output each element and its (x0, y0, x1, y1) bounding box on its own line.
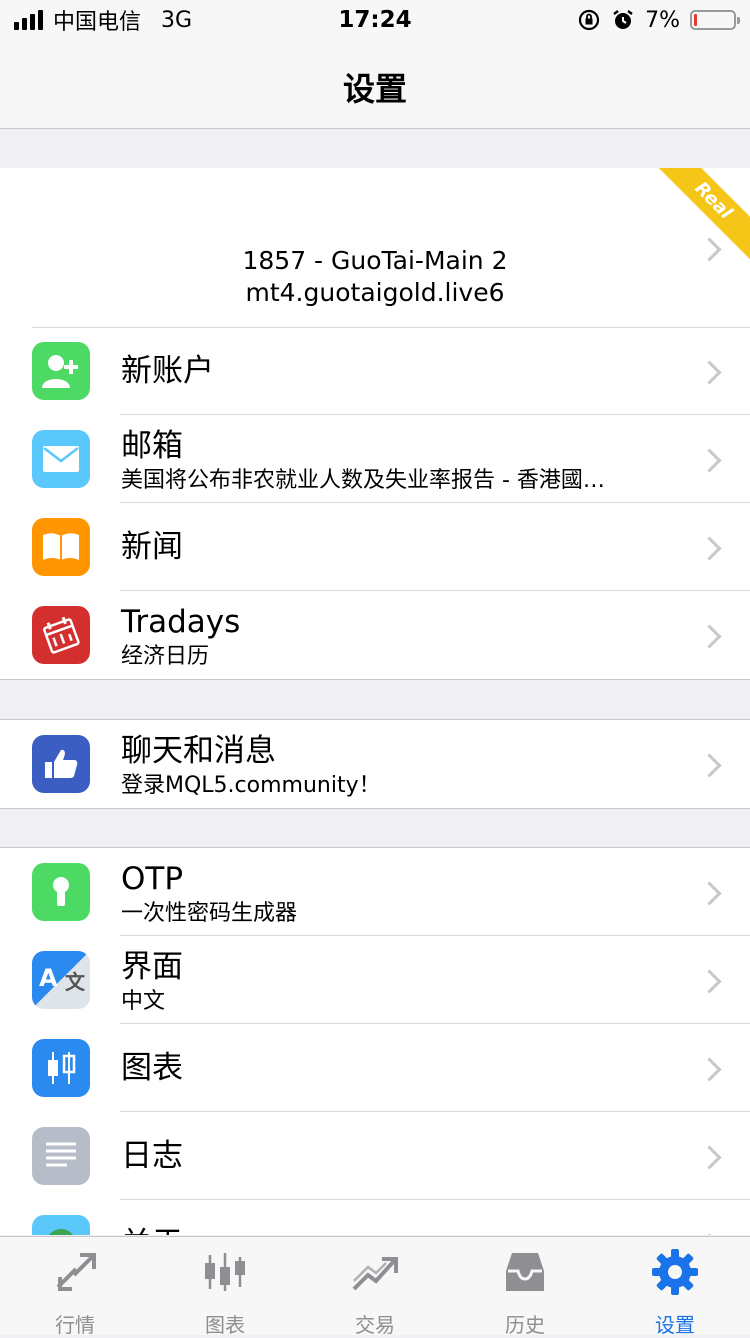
row-tradays[interactable]: Tradays 经济日历 (0, 591, 750, 679)
gear-icon (652, 1249, 698, 1295)
row-title: 日志 (121, 1138, 183, 1174)
thumbs-up-icon (32, 735, 90, 793)
status-bar: 中国电信 3G 17:24 7% (0, 0, 750, 40)
row-chat[interactable]: 聊天和消息 登录MQL5.community！ (0, 720, 750, 808)
row-subtitle: 登录MQL5.community！ (121, 773, 381, 798)
chevron-right-icon (697, 881, 722, 906)
row-journal[interactable]: 日志 (0, 1112, 750, 1200)
nav-bar: 设置 (0, 40, 750, 129)
row-charts[interactable]: 图表 (0, 1024, 750, 1112)
settings-group-app: OTP 一次性密码生成器 A 文 界面 中文 图表 日志 关于 (0, 847, 750, 1235)
row-title: 新闻 (121, 529, 183, 565)
settings-group-accounts: 新账户 邮箱 美国将公布非农就业人数及失业率报告 - 香港國… 新闻 Trada… (0, 327, 750, 680)
row-title: 邮箱 (121, 428, 183, 464)
chevron-right-icon (697, 1057, 722, 1082)
history-icon (506, 1253, 544, 1291)
trade-icon (352, 1257, 398, 1291)
account-server: mt4.guotaigold.live6 (245, 278, 505, 307)
add-user-icon (32, 342, 90, 400)
row-title: 聊天和消息 (121, 733, 276, 769)
battery-percent: 7% (645, 7, 680, 33)
row-mailbox[interactable]: 邮箱 美国将公布非农就业人数及失业率报告 - 香港國… (0, 415, 750, 503)
mail-icon (32, 430, 90, 488)
tab-history[interactable]: 历史 (450, 1237, 600, 1337)
book-icon (32, 518, 90, 576)
battery-icon (690, 10, 740, 30)
row-interface[interactable]: A 文 界面 中文 (0, 936, 750, 1024)
chevron-right-icon (697, 624, 722, 649)
row-subtitle: 美国将公布非农就业人数及失业率报告 - 香港國… (121, 468, 605, 493)
calendar-icon (32, 606, 90, 664)
chevron-right-icon (697, 753, 722, 778)
chevron-right-icon (697, 536, 722, 561)
chevron-right-icon (697, 448, 722, 473)
tab-trade[interactable]: 交易 (300, 1237, 450, 1337)
row-about[interactable]: 关于 (0, 1200, 750, 1235)
chart-icon (205, 1253, 245, 1291)
quotes-icon (56, 1253, 96, 1291)
row-title: 关于 (121, 1225, 183, 1235)
row-subtitle: 一次性密码生成器 (121, 901, 298, 926)
tab-bar: 行情 图表 交易 历史 设置 (0, 1236, 750, 1337)
chevron-right-icon (697, 969, 722, 994)
row-title: 新账户 (121, 353, 214, 389)
row-subtitle: 中文 (121, 989, 166, 1014)
about-icon (32, 1215, 90, 1235)
row-title: OTP (121, 861, 184, 897)
journal-icon (32, 1127, 90, 1185)
tab-chart[interactable]: 图表 (150, 1237, 300, 1337)
candlestick-icon (32, 1039, 90, 1097)
account-name: 1857 - GuoTai-Main 2 (242, 246, 508, 275)
translate-icon: A 文 (32, 951, 90, 1009)
row-title: 图表 (121, 1050, 183, 1086)
chevron-right-icon (697, 360, 722, 385)
alarm-icon (613, 10, 633, 29)
row-title: 界面 (121, 949, 183, 985)
row-subtitle: 经济日历 (121, 644, 210, 669)
account-card[interactable]: Real 1857 - GuoTai-Main 2 mt4.guotaigold… (0, 168, 750, 327)
row-otp[interactable]: OTP 一次性密码生成器 (0, 848, 750, 936)
tab-quotes[interactable]: 行情 (0, 1237, 150, 1337)
page-title: 设置 (342, 70, 407, 108)
chevron-right-icon (697, 1145, 722, 1170)
rotation-lock-icon (578, 9, 600, 31)
row-title: Tradays (121, 604, 241, 640)
settings-group-community: 聊天和消息 登录MQL5.community！ (0, 719, 750, 809)
keyhole-icon (32, 863, 90, 921)
row-news[interactable]: 新闻 (0, 503, 750, 591)
tab-settings[interactable]: 设置 (600, 1237, 750, 1337)
chevron-right-icon (697, 1233, 722, 1235)
row-new-account[interactable]: 新账户 (0, 327, 750, 415)
